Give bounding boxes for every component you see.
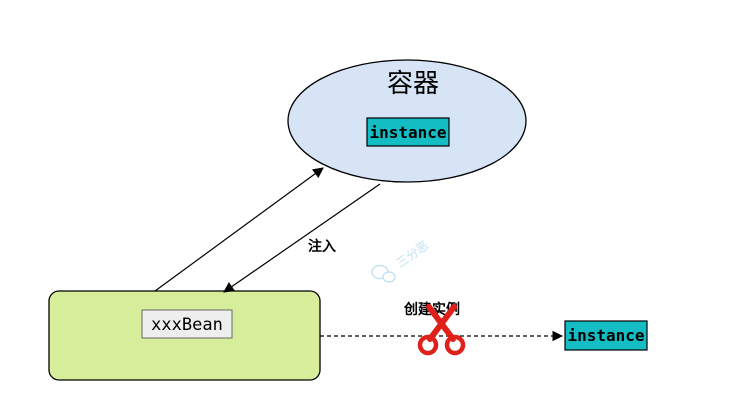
watermark: 三分恶 (371, 238, 432, 283)
container-instance-label: instance (369, 123, 446, 142)
diagram-svg: 容器 instance xxxBean 注入 三分恶 创建实例 instance (48, 59, 648, 381)
diagram-canvas: 容器 instance xxxBean 注入 三分恶 创建实例 instance (0, 0, 732, 405)
external-instance-label: instance (567, 326, 644, 345)
bean-to-container-arrow (154, 167, 324, 292)
watermark-text: 三分恶 (394, 238, 432, 270)
inject-label: 注入 (308, 238, 336, 255)
inject-arrow (223, 183, 381, 293)
container-title: 容器 (387, 69, 439, 99)
bean-label: xxxBean (151, 315, 223, 335)
wechat-icon (371, 264, 396, 283)
